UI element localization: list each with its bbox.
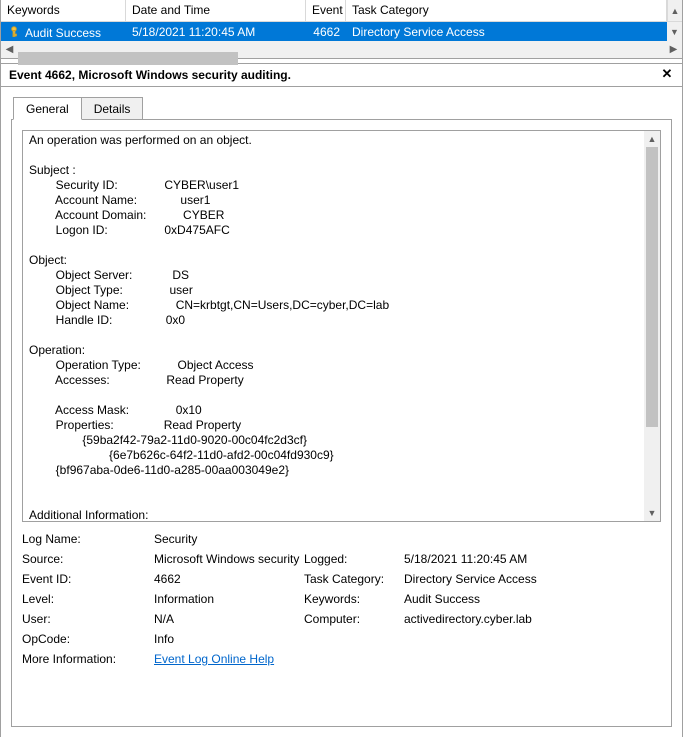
- user-value: N/A: [154, 612, 304, 626]
- close-icon[interactable]: ✕: [660, 68, 674, 82]
- col-header-datetime[interactable]: Date and Time: [126, 0, 306, 21]
- scroll-up-icon[interactable]: ▲: [644, 131, 660, 147]
- scroll-down-icon[interactable]: ▼: [667, 22, 682, 41]
- source-label: Source:: [22, 552, 154, 566]
- event-row-eventid: 4662: [306, 22, 346, 41]
- opcode-value: Info: [154, 632, 661, 646]
- event-properties-grid: Log Name: Security Source: Microsoft Win…: [22, 532, 661, 666]
- scroll-up-icon[interactable]: ▲: [667, 0, 682, 21]
- v-scroll-thumb[interactable]: [646, 147, 658, 427]
- source-value: Microsoft Windows security: [154, 552, 304, 566]
- col-header-taskcat[interactable]: Task Category: [346, 0, 667, 21]
- event-row[interactable]: Audit Success 5/18/2021 11:20:45 AM 4662…: [1, 22, 682, 41]
- keywords-value: Audit Success: [404, 592, 661, 606]
- logname-value: Security: [154, 532, 661, 546]
- level-label: Level:: [22, 592, 154, 606]
- event-list: Keywords Date and Time Event ID Task Cat…: [1, 0, 682, 59]
- event-row-taskcat: Directory Service Access: [346, 22, 682, 41]
- scroll-right-icon[interactable]: ▶: [665, 41, 682, 58]
- scroll-left-icon[interactable]: ◀: [1, 41, 18, 58]
- tab-strip: General Details: [1, 87, 682, 120]
- audit-success-key-icon: [7, 25, 21, 39]
- taskcat-label: Task Category:: [304, 572, 404, 586]
- moreinfo-label: More Information:: [22, 652, 154, 666]
- col-header-keywords[interactable]: Keywords: [1, 0, 126, 21]
- event-description-text[interactable]: An operation was performed on an object.…: [23, 131, 644, 521]
- tab-panel-general: An operation was performed on an object.…: [11, 119, 672, 727]
- col-header-eventid[interactable]: Event ID: [306, 0, 346, 21]
- user-label: User:: [22, 612, 154, 626]
- logged-label: Logged:: [304, 552, 404, 566]
- logname-label: Log Name:: [22, 532, 154, 546]
- computer-value: activedirectory.cyber.lab: [404, 612, 661, 626]
- keywords-label: Keywords:: [304, 592, 404, 606]
- logged-value: 5/18/2021 11:20:45 AM: [404, 552, 661, 566]
- opcode-label: OpCode:: [22, 632, 154, 646]
- taskcat-value: Directory Service Access: [404, 572, 661, 586]
- level-value: Information: [154, 592, 304, 606]
- event-description-box: An operation was performed on an object.…: [22, 130, 661, 522]
- event-list-header: Keywords Date and Time Event ID Task Cat…: [1, 0, 682, 22]
- h-scroll-thumb[interactable]: [18, 52, 238, 65]
- moreinfo-link[interactable]: Event Log Online Help: [154, 652, 274, 666]
- scroll-down-icon[interactable]: ▼: [644, 505, 660, 521]
- computer-label: Computer:: [304, 612, 404, 626]
- panel-title: Event 4662, Microsoft Windows security a…: [9, 68, 291, 82]
- event-row-datetime: 5/18/2021 11:20:45 AM: [126, 22, 306, 41]
- event-row-keywords: Audit Success: [25, 26, 101, 40]
- event-properties-panel: Event 4662, Microsoft Windows security a…: [1, 63, 682, 737]
- eventid-label: Event ID:: [22, 572, 154, 586]
- tab-details[interactable]: Details: [81, 97, 144, 120]
- horizontal-scrollbar[interactable]: ◀ ▶: [1, 41, 682, 58]
- vertical-scrollbar[interactable]: ▲ ▼: [644, 131, 660, 521]
- eventid-value: 4662: [154, 572, 304, 586]
- tab-general[interactable]: General: [13, 97, 82, 120]
